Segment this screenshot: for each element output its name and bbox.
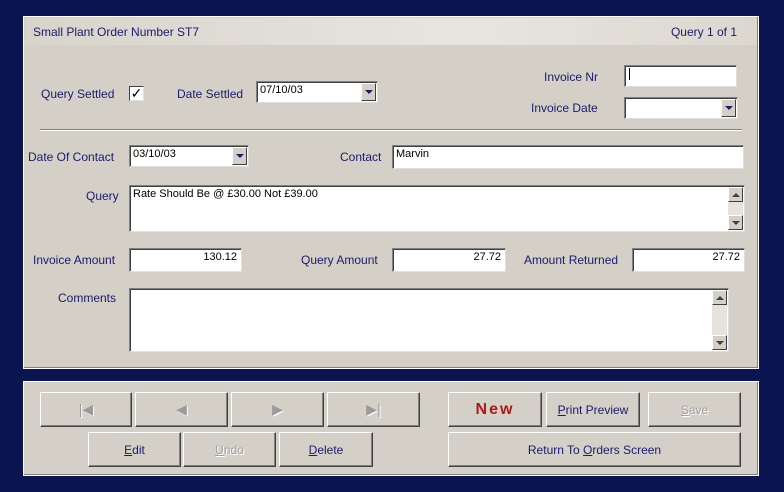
delete-button[interactable]: Delete	[279, 432, 373, 467]
amount-returned-label: Amount Returned	[524, 253, 619, 267]
comments-label: Comments	[58, 291, 117, 305]
date-of-contact-combo[interactable]: 03/10/03	[129, 145, 249, 167]
invoice-nr-input[interactable]: ​	[624, 65, 737, 87]
return-label-rest: rders Screen	[592, 442, 662, 457]
undo-mnemonic: U	[215, 442, 224, 457]
contact-label: Contact	[340, 150, 382, 164]
arrow-up-icon	[731, 192, 740, 197]
invoice-date-dropdown-button[interactable]	[721, 99, 736, 117]
form-header: Small Plant Order Number ST7 Query 1 of …	[25, 18, 757, 45]
arrow-down-icon	[715, 340, 724, 345]
date-of-contact-dropdown-button[interactable]	[232, 147, 247, 165]
invoice-nr-label: Invoice Nr	[544, 70, 599, 84]
edit-label: dit	[132, 442, 145, 457]
invoice-date-combo[interactable]	[624, 97, 738, 119]
scroll-down-button[interactable]	[712, 335, 727, 350]
query-textarea[interactable]: Rate Should Be @ £30.00 Not £39.00	[129, 185, 745, 232]
scroll-up-button[interactable]	[712, 290, 727, 305]
comments-textarea[interactable]	[129, 288, 729, 352]
query-amount-field[interactable]: 27.72	[392, 248, 506, 272]
query-value: Rate Should Be @ £30.00 Not £39.00	[133, 188, 318, 200]
chevron-down-icon	[235, 154, 244, 158]
query-label: Query	[86, 189, 119, 203]
chevron-down-icon	[364, 90, 373, 94]
scroll-up-button[interactable]	[728, 187, 743, 202]
previous-record-button[interactable]: ◀	[135, 392, 228, 427]
save-label: ave	[688, 402, 709, 417]
chevron-down-icon	[724, 106, 733, 110]
navigation-panel: |◀ ◀ ▶ ▶| New Print Preview Save Edit Un…	[23, 381, 759, 476]
arrow-down-icon	[731, 220, 740, 225]
delete-label: elete	[317, 442, 344, 457]
return-to-orders-button[interactable]: Return To Orders Screen	[448, 432, 741, 467]
section-divider	[40, 129, 742, 131]
edit-mnemonic: E	[124, 442, 133, 457]
query-counter: Query 1 of 1	[670, 25, 737, 39]
form-title: Small Plant Order Number ST7	[33, 25, 200, 39]
print-preview-label: rint Preview	[565, 402, 629, 417]
save-mnemonic: S	[680, 402, 689, 417]
contact-input[interactable]: Marvin	[392, 145, 744, 169]
print-preview-button[interactable]: Print Preview	[546, 392, 640, 427]
return-label-prefix: Return To	[527, 442, 584, 457]
scroll-down-button[interactable]	[728, 215, 743, 230]
comments-scrollbar[interactable]	[712, 290, 727, 350]
next-record-button[interactable]: ▶	[231, 392, 324, 427]
last-record-button[interactable]: ▶|	[327, 392, 420, 427]
arrow-up-icon	[715, 295, 724, 300]
date-settled-label: Date Settled	[177, 87, 244, 101]
invoice-date-label: Invoice Date	[531, 101, 598, 115]
undo-label: ndo	[223, 442, 244, 457]
text-cursor: ​	[629, 68, 630, 80]
query-settled-label: Query Settled	[41, 87, 115, 101]
date-settled-value: 07/10/03	[260, 84, 303, 96]
undo-button[interactable]: Undo	[183, 432, 276, 467]
return-mnemonic: O	[583, 442, 593, 457]
date-of-contact-label: Date Of Contact	[28, 150, 115, 164]
date-settled-dropdown-button[interactable]	[361, 83, 376, 101]
query-amount-label: Query Amount	[301, 253, 378, 267]
invoice-amount-label: Invoice Amount	[33, 253, 116, 267]
print-preview-mnemonic: P	[557, 402, 566, 417]
query-settled-checkbox[interactable]: ✓	[129, 86, 144, 101]
first-record-button[interactable]: |◀	[40, 392, 132, 427]
delete-mnemonic: D	[308, 442, 318, 457]
invoice-amount-field[interactable]: 130.12	[129, 248, 242, 272]
next-record-icon: ▶	[272, 401, 283, 417]
date-settled-combo[interactable]: 07/10/03	[256, 81, 378, 103]
date-of-contact-value: 03/10/03	[133, 148, 176, 160]
last-record-icon: ▶|	[366, 401, 381, 417]
edit-button[interactable]: Edit	[88, 432, 181, 467]
previous-record-icon: ◀	[176, 401, 187, 417]
query-scrollbar[interactable]	[728, 187, 743, 230]
first-record-icon: |◀	[78, 401, 94, 417]
amount-returned-field[interactable]: 27.72	[632, 248, 745, 272]
new-button[interactable]: New	[448, 392, 542, 427]
save-button[interactable]: Save	[648, 392, 741, 427]
query-form-panel: Small Plant Order Number ST7 Query 1 of …	[23, 16, 759, 369]
